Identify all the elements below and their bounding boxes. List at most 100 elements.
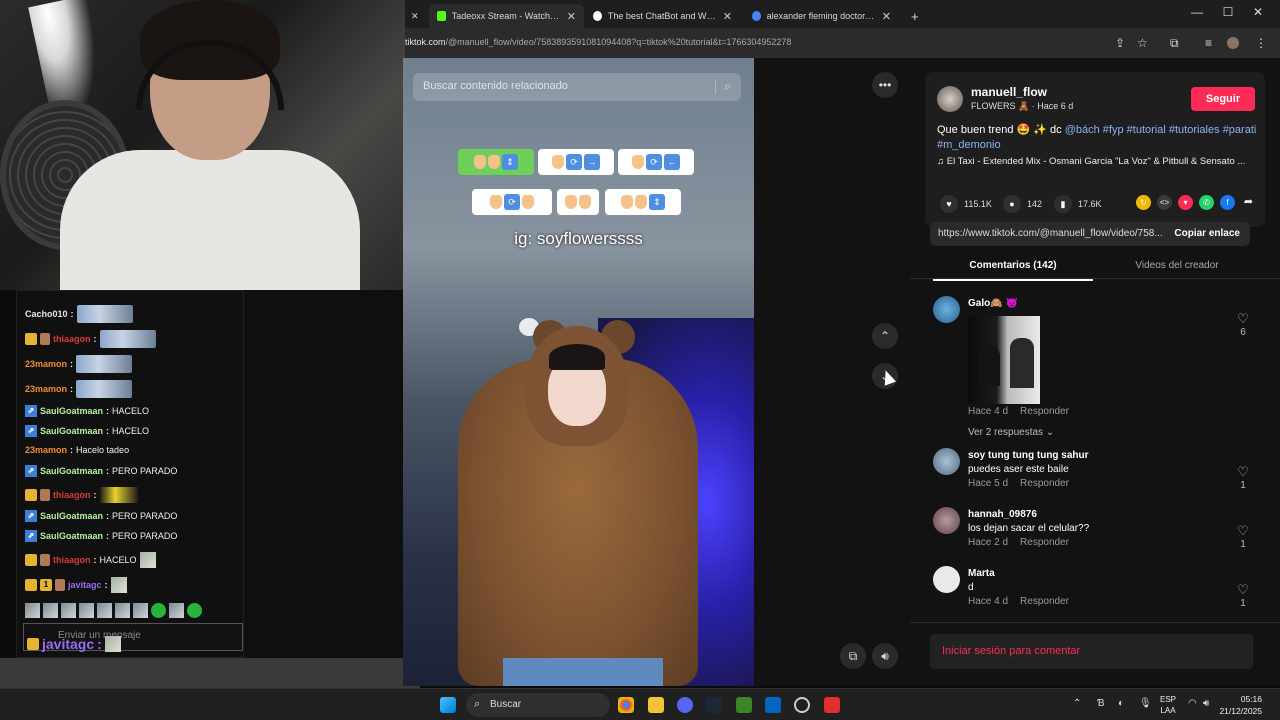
close-icon[interactable]: ✕	[723, 10, 732, 23]
chat-username[interactable]: SaulGoatmaan	[40, 426, 103, 436]
prev-video-button[interactable]: ⌃	[872, 323, 898, 349]
maximize-button[interactable]: ☐	[1213, 5, 1243, 19]
app-icon[interactable]	[794, 697, 810, 713]
chat-username[interactable]: SaulGoatmaan	[40, 511, 103, 521]
tag-link[interactable]: #tutoriales	[1169, 124, 1220, 136]
comment-button[interactable]: ● 142	[1003, 195, 1042, 213]
menu-icon[interactable]: ⋮	[1255, 36, 1267, 50]
chat-username[interactable]: Cacho010	[25, 309, 68, 319]
facebook-icon[interactable]: f	[1220, 195, 1235, 210]
steam-icon[interactable]	[706, 697, 722, 713]
media-icon[interactable]: ≡	[1205, 36, 1212, 50]
tag-link[interactable]: #parati	[1223, 124, 1257, 136]
url-field[interactable]: tiktok.com/@manuell_flow/video/758389359…	[405, 37, 791, 47]
install-icon[interactable]: ⇪	[1115, 36, 1125, 50]
volume-icon[interactable]: 🔊︎	[1203, 698, 1209, 709]
video-player[interactable]: Buscar contenido relacionado ⌕ ⇕ ⟳ → ⟳ ← ⟳…	[403, 58, 754, 686]
copy-link-button[interactable]: Copiar enlace	[1174, 228, 1240, 239]
chat-username[interactable]: thiaagon	[53, 334, 91, 344]
share-link[interactable]: https://www.tiktok.com/@manuell_flow/vid…	[938, 228, 1163, 239]
tray-app-icon[interactable]: Ɓ	[1097, 698, 1105, 709]
follow-button[interactable]: Seguir	[1191, 87, 1255, 111]
share-icon[interactable]: ➦	[1241, 195, 1256, 210]
close-window-button[interactable]: ✕	[1243, 5, 1273, 19]
discord-icon[interactable]	[677, 697, 693, 713]
chat-username[interactable]: SaulGoatmaan	[40, 531, 103, 541]
comment-author[interactable]: Marta	[968, 568, 995, 579]
tag-link[interactable]: #m_demonio	[937, 139, 1001, 151]
tray-app-icon[interactable]: ◐	[1118, 698, 1124, 709]
chat-username[interactable]: SaulGoatmaan	[40, 466, 103, 476]
profile-icon[interactable]	[1227, 37, 1239, 49]
chevron-up-icon[interactable]: ⌃	[1073, 698, 1081, 709]
comment-like-button[interactable]: ♡ 6	[1235, 311, 1251, 338]
comment-author[interactable]: hannah_09876	[968, 509, 1037, 520]
microphone-icon[interactable]: 🎙︎	[1139, 698, 1152, 709]
language-indicator[interactable]: ESP LAA	[1160, 694, 1176, 716]
store-icon[interactable]	[765, 697, 781, 713]
tab-chatbot[interactable]: The best ChatBot and Widgets ✕	[585, 4, 740, 28]
save-button[interactable]: ▮ 17.6K	[1054, 195, 1102, 213]
whatsapp-icon[interactable]: ✆	[1199, 195, 1214, 210]
tag-link[interactable]: #fyp	[1103, 124, 1124, 136]
comment-like-button[interactable]: ♡ 1	[1235, 582, 1251, 609]
avatar[interactable]	[933, 566, 960, 593]
creator-username[interactable]: manuell_flow	[971, 85, 1047, 99]
login-to-comment-button[interactable]: Iniciar sesión para comentar	[930, 634, 1253, 669]
tag-link[interactable]: #tutorial	[1127, 124, 1166, 136]
pip-button[interactable]: ⧉	[840, 643, 866, 669]
minecraft-icon[interactable]	[736, 697, 752, 713]
music-link[interactable]: ♫ El Taxi - Extended Mix - Osmani Garcia…	[937, 156, 1259, 167]
emote-row	[25, 603, 202, 618]
avatar[interactable]	[933, 448, 960, 475]
chat-username[interactable]: SaulGoatmaan	[40, 406, 103, 416]
reply-button[interactable]: Responder	[1020, 596, 1069, 607]
chat-username[interactable]: 23mamon	[25, 445, 67, 455]
comment-like-button[interactable]: ♡ 1	[1235, 523, 1251, 550]
taskbar-search[interactable]: ⌕ Buscar	[466, 693, 610, 717]
comment-author[interactable]: soy tung tung tung sahur	[968, 450, 1089, 461]
tab-google[interactable]: alexander fleming doctor - Busc ✕	[744, 4, 899, 28]
chat-username[interactable]: 23mamon	[25, 384, 67, 394]
windows-start-icon[interactable]	[440, 697, 456, 713]
wifi-icon[interactable]: ◠	[1188, 698, 1197, 709]
tab-close-prev[interactable]: ✕	[405, 4, 429, 28]
chat-username[interactable]: thiaagon	[53, 490, 91, 500]
search-related-input[interactable]: Buscar contenido relacionado ⌕	[413, 73, 741, 101]
chat-username[interactable]: thiaagon	[53, 555, 91, 565]
tab-tadeoxx[interactable]: Tadeoxx Stream - Watch Live o ✕	[429, 4, 584, 28]
avatar[interactable]	[933, 507, 960, 534]
extensions-icon[interactable]: ⧉	[1170, 36, 1179, 51]
repost-icon[interactable]: ↻	[1136, 195, 1151, 210]
new-tab-button[interactable]: +	[905, 4, 929, 28]
reply-button[interactable]: Responder	[1020, 406, 1069, 417]
clock[interactable]: 05:16 21/12/2025	[1219, 693, 1262, 717]
chat-username[interactable]: javitagc	[68, 580, 102, 590]
view-replies-button[interactable]: Ver 2 respuestas ⌄	[968, 427, 1054, 438]
reply-button[interactable]: Responder	[1020, 537, 1069, 548]
star-icon[interactable]: ☆	[1137, 36, 1148, 50]
reply-button[interactable]: Responder	[1020, 478, 1069, 489]
minimize-button[interactable]: —	[1182, 5, 1212, 19]
embed-icon[interactable]: <>	[1157, 195, 1172, 210]
avatar[interactable]	[933, 296, 960, 323]
folder-icon[interactable]	[648, 697, 664, 713]
tag-link[interactable]: @bách	[1065, 124, 1100, 136]
comment-like-button[interactable]: ♡ 1	[1235, 464, 1251, 491]
recording-app-icon[interactable]	[824, 697, 840, 713]
send-icon[interactable]: ▾	[1178, 195, 1193, 210]
chat-emote	[139, 552, 156, 568]
tab-creator-videos[interactable]: Videos del creador	[1097, 260, 1257, 271]
divider	[910, 622, 1280, 623]
more-options-button[interactable]: •••	[872, 72, 898, 98]
chrome-icon[interactable]	[618, 697, 634, 713]
close-icon[interactable]: ✕	[882, 10, 891, 23]
like-button[interactable]: ♥ 115.1K	[940, 195, 992, 213]
avatar[interactable]	[937, 86, 963, 112]
comment-image[interactable]	[968, 316, 1040, 404]
search-icon[interactable]: ⌕	[715, 79, 731, 94]
chat-username[interactable]: 23mamon	[25, 359, 67, 369]
volume-button[interactable]: 🔊︎	[872, 643, 898, 669]
close-icon[interactable]: ✕	[567, 10, 576, 23]
comment-author[interactable]: Galo🙈 😈	[968, 298, 1018, 309]
